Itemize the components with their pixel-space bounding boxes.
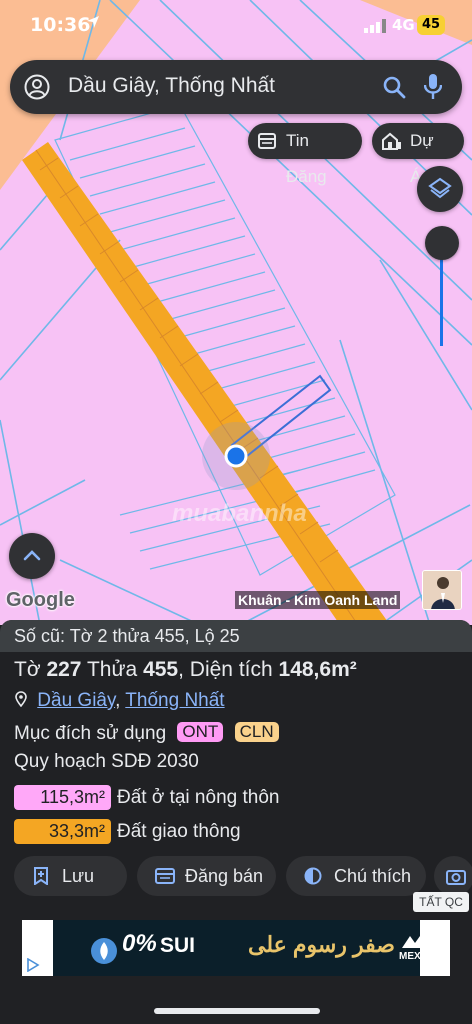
- post-for-sale-button-label: Đăng bán: [185, 866, 264, 886]
- signal-icon: [364, 18, 386, 37]
- ad-percent: 0%: [122, 930, 157, 957]
- agent-avatar[interactable]: [422, 570, 462, 610]
- mexc-logo-icon: [402, 936, 426, 948]
- location-row: Dầu Giây, Thống Nhất: [14, 690, 225, 712]
- plot-summary: Tờ 227 Thửa 455, Diện tích 148,6m²: [14, 658, 357, 681]
- opacity-slider-handle[interactable]: [425, 226, 459, 260]
- ad-headline: SUI: [160, 934, 196, 957]
- current-location-dot: [224, 444, 248, 468]
- plan-area-label: Đất giao thông: [117, 821, 241, 842]
- plan-area-value: 115,3m²: [14, 785, 111, 810]
- expand-button[interactable]: [9, 533, 55, 579]
- camera-icon: [446, 870, 466, 885]
- ad-choices-icon[interactable]: [26, 958, 40, 972]
- legend-button-label: Chú thích: [334, 866, 412, 886]
- ad-brand: MEXC: [399, 951, 428, 962]
- plot-number: 455: [143, 658, 179, 681]
- projects-chip[interactable]: Dự Án: [372, 123, 464, 186]
- plan-label: Quy hoạch SDĐ 2030: [14, 751, 199, 772]
- province-link[interactable]: Thống Nhất: [125, 690, 224, 711]
- network-type: 4G: [392, 16, 415, 34]
- save-button[interactable]: Lưu: [14, 856, 127, 896]
- parcel-panel: Số cũ: Tờ 2 thửa 455, Lộ 25 Tờ 227 Thửa …: [0, 620, 472, 1024]
- map-owner-label: Khuân - Kim Oanh Land: [235, 591, 401, 609]
- home-indicator[interactable]: [154, 1008, 320, 1014]
- layers-icon: [428, 177, 452, 199]
- search-icon[interactable]: [382, 75, 406, 99]
- listings-chip[interactable]: Tin Đăng: [248, 123, 362, 186]
- ad-banner[interactable]: 0% SUI صفر رسوم على MEXC: [22, 920, 450, 976]
- plan-area-value: 33,3m²: [14, 819, 111, 844]
- building-icon: [382, 132, 401, 150]
- sheet-label: Tờ: [14, 658, 41, 681]
- clock: 10:36: [30, 14, 91, 36]
- search-bar[interactable]: Dầu Giây, Thống Nhất: [10, 60, 462, 114]
- plan-area-label: Đất ở tại nông thôn: [117, 787, 280, 808]
- listing-icon: [155, 868, 175, 884]
- district-link[interactable]: Dầu Giây: [37, 690, 115, 711]
- screen: muabannha 10:36 4G 45 Dầu Giây, Thống Nh…: [0, 0, 472, 1024]
- plot-label: Thửa: [86, 658, 138, 681]
- google-logo: Google: [6, 589, 75, 611]
- account-icon[interactable]: [24, 74, 50, 100]
- camera-button[interactable]: [434, 856, 472, 896]
- area-value: 148,6m²: [278, 658, 357, 681]
- location-arrow-icon: [86, 15, 100, 33]
- ad-creative[interactable]: 0% SUI صفر رسوم على MEXC: [53, 920, 428, 976]
- agent-photo: [423, 571, 461, 609]
- road-segments: [35, 149, 359, 625]
- area-label: Diện tích: [189, 658, 273, 681]
- ad-arabic-text: صفر رسوم على: [248, 932, 395, 957]
- microphone-icon[interactable]: [424, 73, 442, 101]
- bookmark-add-icon: [34, 867, 48, 885]
- old-reference: Số cũ: Tờ 2 thửa 455, Lộ 25: [0, 620, 472, 652]
- layers-button[interactable]: [417, 166, 463, 212]
- sheet-number: 227: [46, 658, 82, 681]
- status-bar: 10:36 4G 45: [0, 0, 472, 50]
- land-use-tag-cln: CLN: [234, 722, 279, 742]
- land-use-label: Mục đích sử dụng: [14, 723, 167, 744]
- chevron-up-icon: [23, 550, 41, 561]
- save-button-label: Lưu: [62, 866, 95, 886]
- ad-coin-icon: [91, 938, 117, 964]
- legend-button[interactable]: Chú thích: [286, 856, 426, 896]
- land-use-row: Mục đích sử dụng ONT CLN: [14, 722, 279, 745]
- watermark: muabannha: [172, 500, 307, 527]
- battery-indicator: 45: [417, 15, 445, 35]
- listing-icon: [258, 133, 276, 149]
- search-input[interactable]: Dầu Giây, Thống Nhất: [68, 74, 275, 98]
- location-pin-icon: [15, 691, 27, 708]
- contrast-icon: [304, 867, 322, 885]
- land-use-tag-ont: ONT: [177, 722, 224, 742]
- close-ads-button[interactable]: TẤT QC: [413, 892, 469, 912]
- listings-chip-label: Tin Đăng: [286, 131, 327, 186]
- post-for-sale-button[interactable]: Đăng bán: [137, 856, 276, 896]
